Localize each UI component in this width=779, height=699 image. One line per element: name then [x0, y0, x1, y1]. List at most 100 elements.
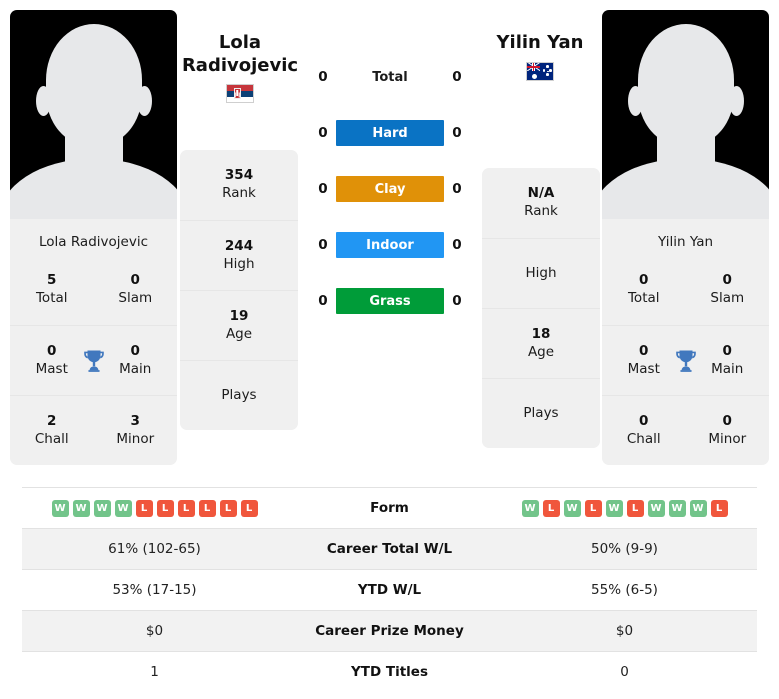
stat-minor-right: 0 Minor — [686, 413, 770, 449]
form-badge-win[interactable]: W — [605, 499, 623, 517]
form-badge-win[interactable]: W — [72, 499, 90, 517]
stat-minor-left: 3 Minor — [94, 413, 178, 449]
form-badges-right: WLWLWLWWWL — [492, 499, 757, 517]
plays-label-right: Plays — [523, 404, 559, 421]
form-badge-loss[interactable]: L — [626, 499, 644, 517]
form-badge-win[interactable]: W — [521, 499, 539, 517]
stat-minor-value-left: 3 — [130, 412, 140, 429]
age-label-left: Age — [225, 325, 253, 342]
stat-total-left: 5 Total — [10, 272, 94, 308]
player-header-right: Yilin Yan — [470, 32, 610, 81]
form-badge-loss[interactable]: L — [135, 499, 153, 517]
h2h-row-indoor: 0 Indoor 0 — [310, 230, 470, 260]
trophy-icon — [672, 347, 700, 375]
h2h-surface-total[interactable]: Total — [336, 64, 444, 90]
titles-stats-left: 5 Total 0 Slam 0 Mast 0 Main 2 Chall 3 M… — [10, 255, 177, 465]
h2h-left-score-indoor: 0 — [318, 237, 328, 253]
rank-label-left: Rank — [222, 185, 256, 201]
player-header-name-line1-left: Lola — [218, 32, 262, 53]
high-value-left: 244 — [224, 237, 254, 254]
table-label-form: Form — [370, 500, 409, 516]
avatar-silhouette-ear-left — [35, 86, 51, 116]
rank-cell-left: 354 Rank — [180, 150, 298, 220]
form-badge-win[interactable]: W — [563, 499, 581, 517]
h2h-row-hard: 0 Hard 0 — [310, 118, 470, 148]
form-badge-win[interactable]: W — [668, 499, 686, 517]
career-prize-money-right: $0 — [615, 623, 634, 639]
stat-chall-value-right: 0 — [639, 412, 649, 429]
high-label-left: High — [223, 255, 255, 272]
h2h-surface-indoor[interactable]: Indoor — [336, 232, 444, 258]
form-badge-win[interactable]: W — [689, 499, 707, 517]
player-card-left[interactable]: Lola Radivojevic — [10, 10, 177, 264]
titles-stats-right: 0 Total 0 Slam 0 Mast 0 Main 0 Chall 0 M… — [602, 255, 769, 465]
rank-value-right: N/A — [527, 185, 555, 202]
high-cell-right: High — [482, 238, 600, 308]
h2h-left-score-clay: 0 — [318, 181, 328, 197]
career-total-wl-left: 61% (102-65) — [108, 541, 201, 557]
table-row-ytd-titles: 1 YTD Titles 0 — [22, 651, 757, 692]
avatar-silhouette-ear-right — [728, 86, 744, 116]
h2h-row-grass: 0 Grass 0 — [310, 286, 470, 316]
rank-value-left: 354 — [224, 167, 254, 184]
h2h-surface-grass[interactable]: Grass — [336, 288, 444, 314]
form-badge-loss[interactable]: L — [156, 499, 174, 517]
stat-total-value-left: 5 — [47, 272, 57, 289]
player-photo-right — [602, 10, 769, 219]
avatar-silhouette-body — [10, 159, 177, 219]
player-header-left: Lola Radivojevic — [170, 32, 310, 104]
table-label-career-prize-money: Career Prize Money — [315, 623, 464, 639]
table-label-ytd-wl: YTD W/L — [357, 582, 422, 598]
stat-minor-label-left: Minor — [116, 430, 155, 447]
h2h-surface-hard[interactable]: Hard — [336, 120, 444, 146]
player-header-name-line1-right: Yilin Yan — [496, 32, 584, 53]
player-card-right[interactable]: Yilin Yan — [602, 10, 769, 264]
form-badge-win[interactable]: W — [114, 499, 132, 517]
table-row-form: WWWWLLLLLL Form WLWLWLWWWL — [22, 487, 757, 528]
h2h-right-score-hard: 0 — [452, 125, 462, 141]
titles-row-chall-minor-left: 2 Chall 3 Minor — [10, 395, 177, 465]
stat-chall-label-left: Chall — [34, 430, 69, 447]
age-value-left: 19 — [229, 307, 249, 324]
player-header-name-line2-left: Radivojevic — [181, 54, 299, 76]
player-photo-left — [10, 10, 177, 219]
age-label-right: Age — [527, 343, 555, 360]
avatar-silhouette-body — [602, 159, 769, 219]
head-to-head-surfaces: 0 Total 0 0 Hard 0 0 Clay 0 0 Indoor 0 0… — [310, 62, 470, 342]
form-badge-loss[interactable]: L — [198, 499, 216, 517]
stat-chall-left: 2 Chall — [10, 413, 94, 449]
table-row-ytd-wl: 53% (17-15) YTD W/L 55% (6-5) — [22, 569, 757, 610]
stat-minor-label-right: Minor — [708, 430, 747, 447]
avatar-silhouette-ear-left — [627, 86, 643, 116]
trophy-icon — [80, 347, 108, 375]
form-badge-win[interactable]: W — [51, 499, 69, 517]
stat-total-label-right: Total — [627, 290, 660, 306]
age-cell-right: 18 Age — [482, 308, 600, 378]
stat-total-label-left: Total — [35, 290, 68, 306]
table-row-career-total-wl: 61% (102-65) Career Total W/L 50% (9-9) — [22, 528, 757, 569]
form-badge-loss[interactable]: L — [240, 499, 258, 517]
stat-chall-value-left: 2 — [47, 412, 57, 429]
form-badge-loss[interactable]: L — [177, 499, 195, 517]
form-badge-win[interactable]: W — [93, 499, 111, 517]
h2h-row-clay: 0 Clay 0 — [310, 174, 470, 204]
plays-cell-right: Plays — [482, 378, 600, 448]
titles-row-chall-minor-right: 0 Chall 0 Minor — [602, 395, 769, 465]
h2h-right-score-clay: 0 — [452, 181, 462, 197]
titles-row-total-slam-right: 0 Total 0 Slam — [602, 255, 769, 325]
stat-slam-label-right: Slam — [710, 290, 745, 306]
stat-minor-value-right: 0 — [722, 412, 732, 429]
form-badge-win[interactable]: W — [647, 499, 665, 517]
form-badge-loss[interactable]: L — [219, 499, 237, 517]
form-badge-loss[interactable]: L — [542, 499, 560, 517]
table-label-career-total-wl: Career Total W/L — [326, 541, 453, 557]
rank-label-right: Rank — [524, 203, 558, 219]
h2h-left-score-total: 0 — [318, 69, 328, 85]
form-badge-loss[interactable]: L — [584, 499, 602, 517]
career-prize-money-left: $0 — [145, 623, 164, 639]
h2h-surface-clay[interactable]: Clay — [336, 176, 444, 202]
ytd-wl-right: 55% (6-5) — [591, 582, 658, 598]
form-badge-loss[interactable]: L — [710, 499, 728, 517]
titles-row-mast-main-right: 0 Mast 0 Main — [602, 325, 769, 395]
avatar-silhouette-ear-right — [136, 86, 152, 116]
